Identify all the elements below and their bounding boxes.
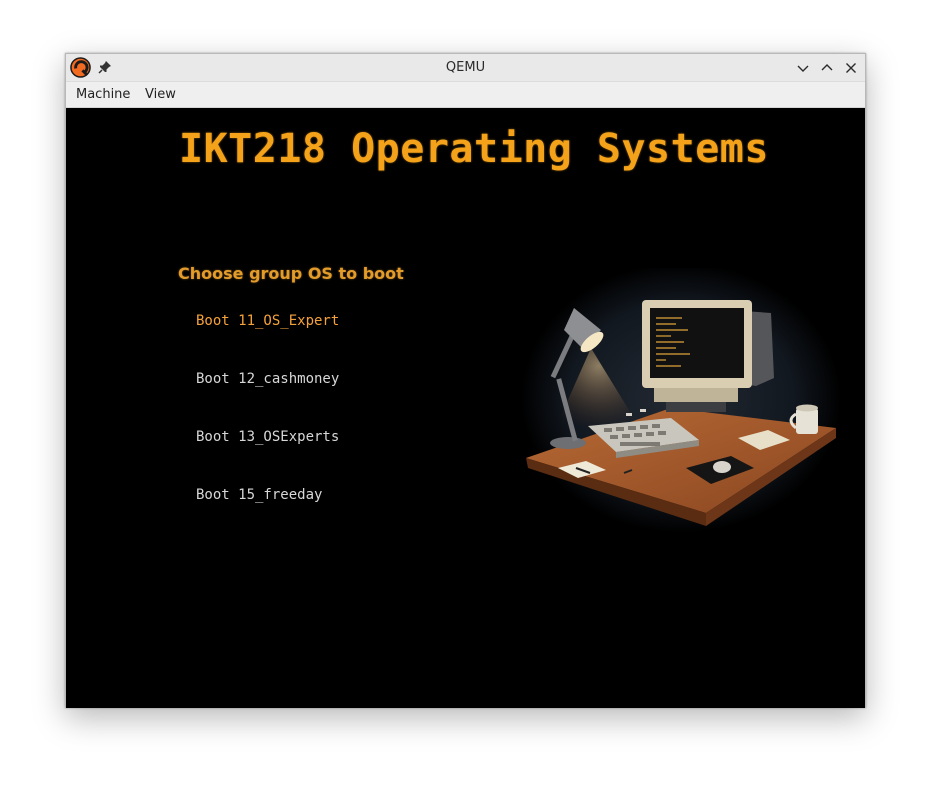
- menu-machine[interactable]: Machine: [76, 87, 130, 102]
- minimize-icon[interactable]: [795, 60, 811, 76]
- boot-entry-15-freeday[interactable]: Boot 15_freeday: [196, 487, 322, 503]
- boot-entry-13-osexperts[interactable]: Boot 13_OSExperts: [196, 429, 339, 445]
- close-icon[interactable]: [843, 60, 859, 76]
- qemu-window: QEMU Machine View IKT218 Operating Syste…: [65, 53, 866, 708]
- boot-banner-title: IKT218 Operating Systems: [179, 126, 769, 172]
- menu-view[interactable]: View: [145, 87, 176, 102]
- retro-computer-desk-illustration: [521, 268, 841, 533]
- boot-entry-12-cashmoney[interactable]: Boot 12_cashmoney: [196, 371, 339, 387]
- boot-entry-11-os-expert[interactable]: Boot 11_OS_Expert: [196, 313, 339, 329]
- menu-bar: Machine View: [66, 82, 865, 108]
- window-title: QEMU: [445, 60, 486, 75]
- maximize-icon[interactable]: [819, 60, 835, 76]
- vm-display[interactable]: IKT218 Operating Systems Choose group OS…: [66, 108, 865, 708]
- title-bar[interactable]: QEMU: [66, 54, 865, 82]
- boot-prompt: Choose group OS to boot: [178, 264, 404, 283]
